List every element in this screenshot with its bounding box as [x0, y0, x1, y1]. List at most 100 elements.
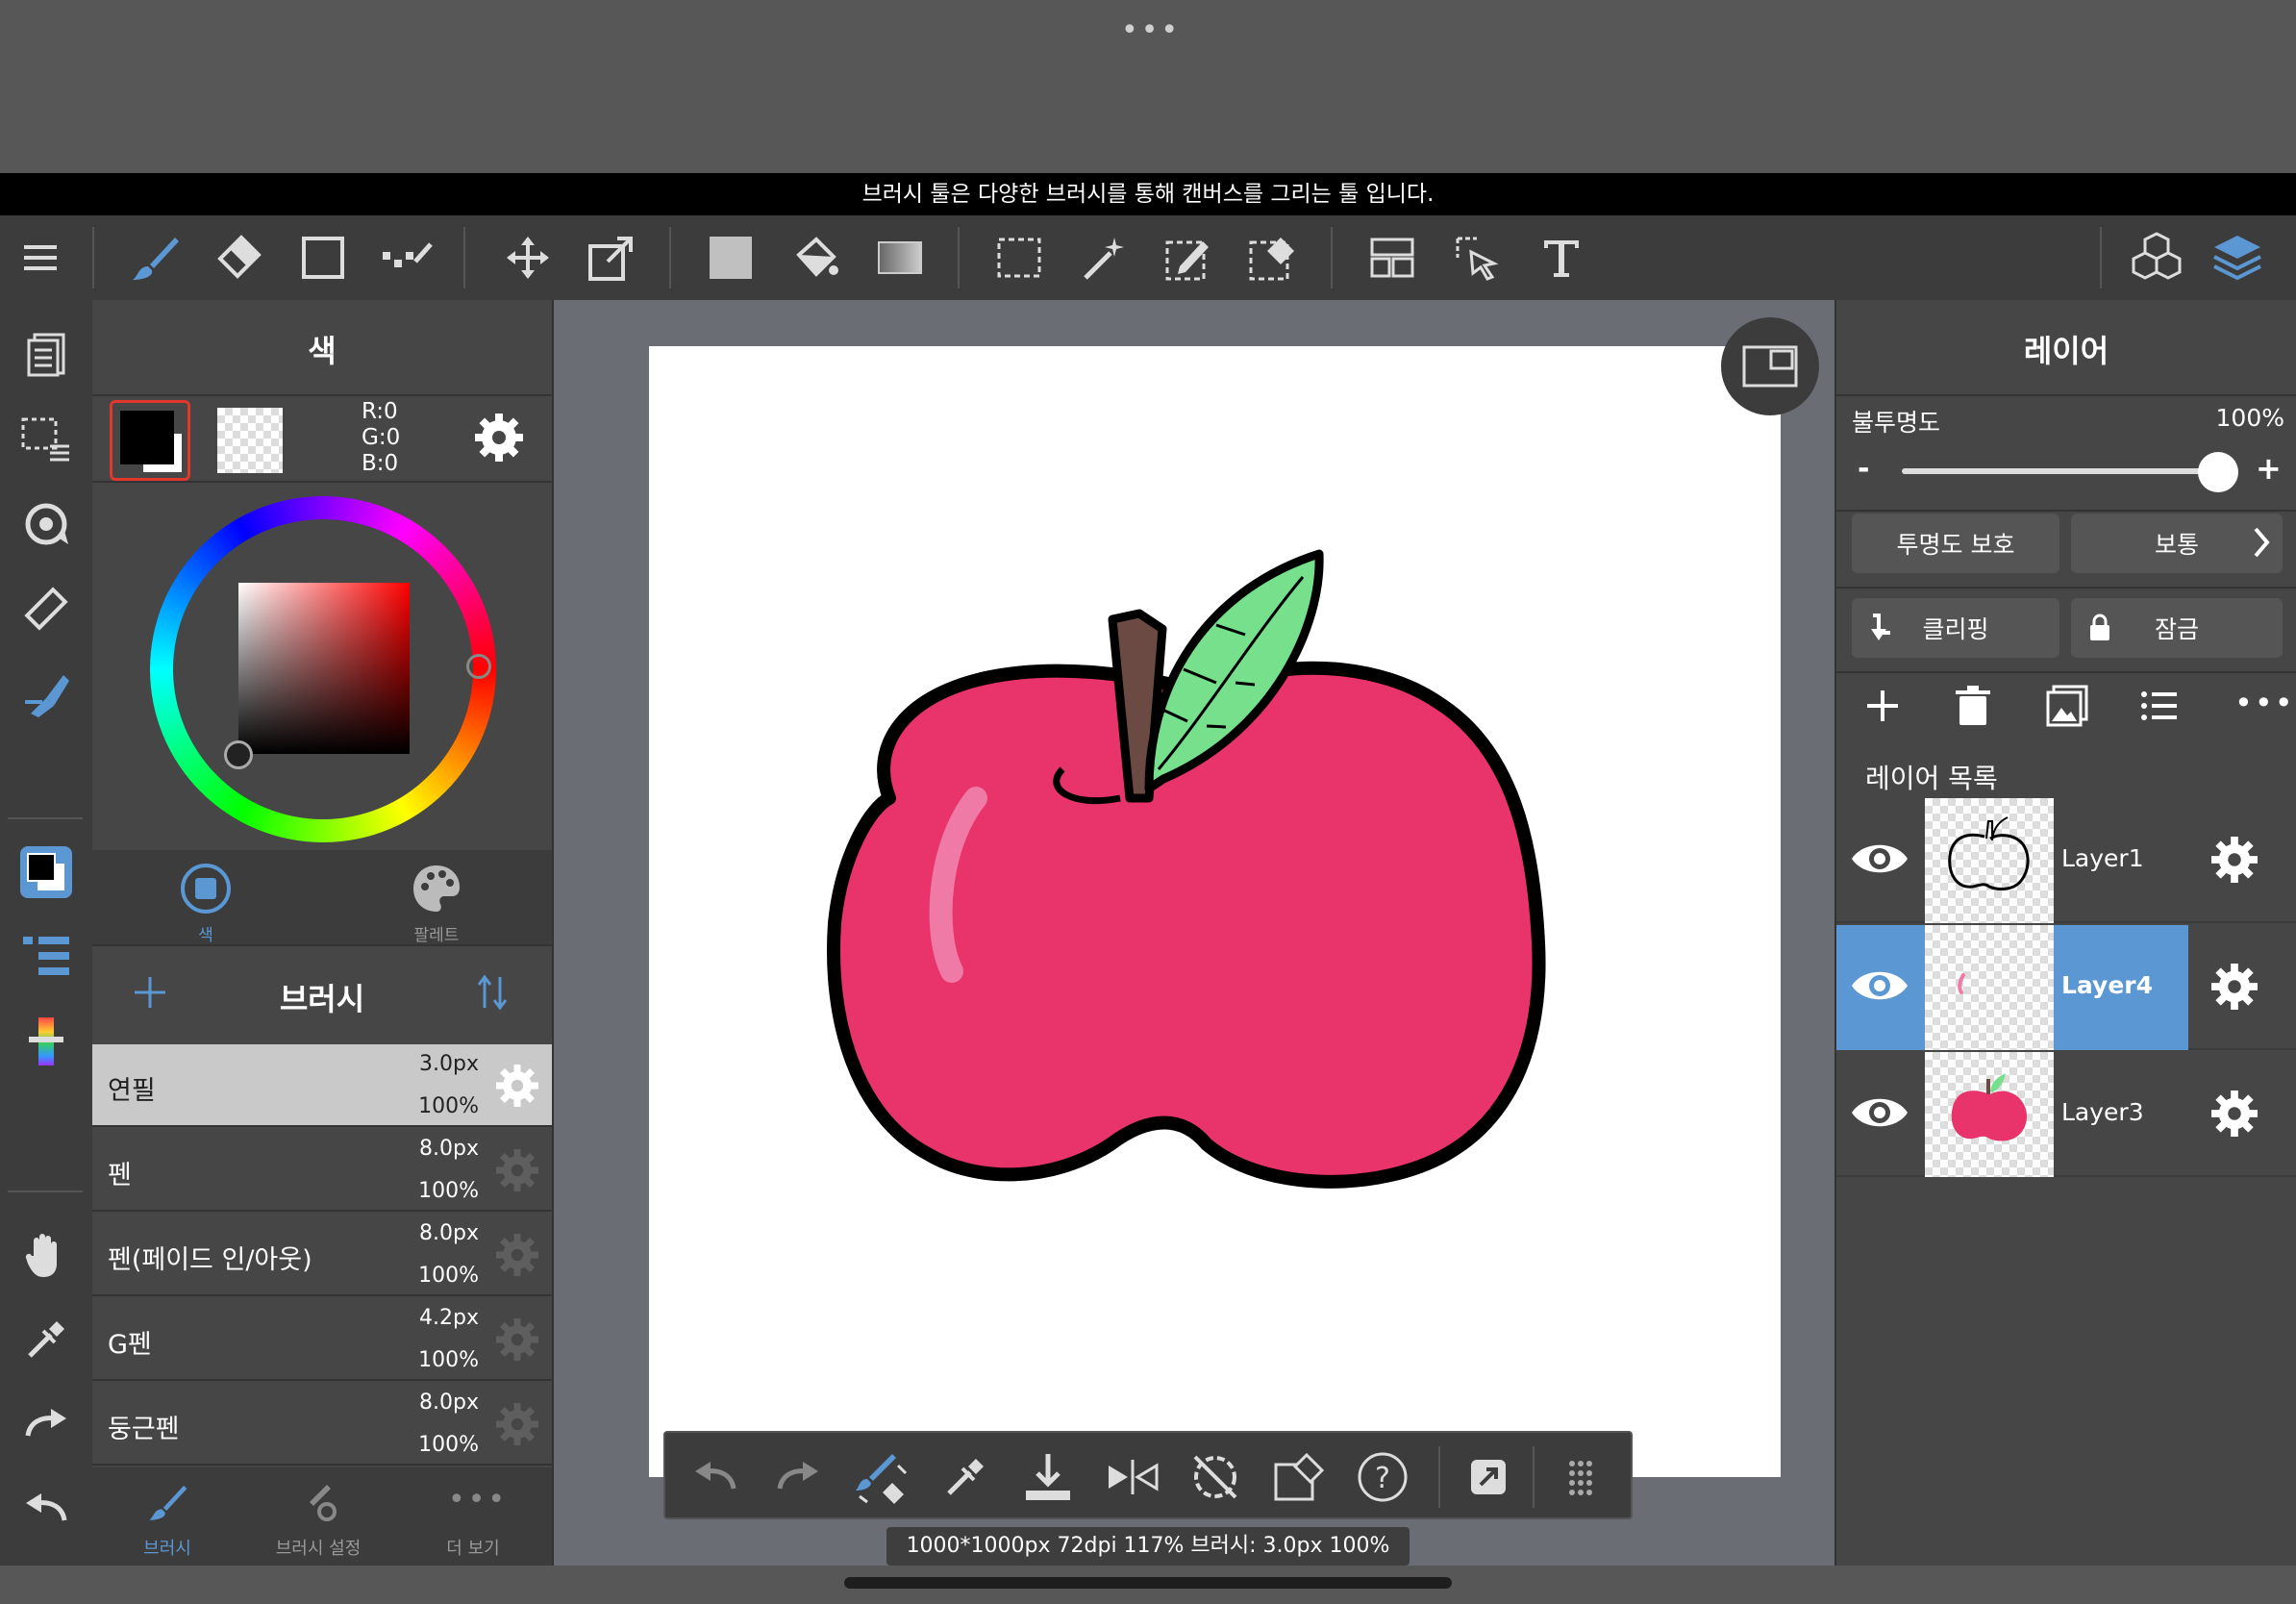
- transform-icon[interactable]: [578, 224, 645, 291]
- undo-icon[interactable]: [683, 1444, 748, 1510]
- fill-color-icon[interactable]: [697, 224, 764, 291]
- color-bar-icon[interactable]: [10, 1008, 83, 1075]
- tab-color[interactable]: 색: [179, 921, 233, 945]
- brush-icon[interactable]: [121, 224, 188, 291]
- brush-settings-gear-icon[interactable]: [496, 1065, 538, 1107]
- undo-icon[interactable]: [10, 1475, 83, 1542]
- layer-list-icon[interactable]: [10, 923, 83, 990]
- tab-palette[interactable]: 팔레트: [390, 921, 483, 945]
- clipping-button[interactable]: 클리핑: [1852, 598, 2059, 658]
- layer-settings-gear-icon[interactable]: [2211, 1090, 2258, 1137]
- layer-image-icon[interactable]: [2046, 685, 2088, 727]
- brush-item[interactable]: 펜(페이드 인/아웃) 8.0px 100%: [92, 1214, 552, 1296]
- more-options-icon[interactable]: •••: [2234, 685, 2295, 721]
- layer-settings-gear-icon[interactable]: [2211, 837, 2258, 883]
- visibility-eye-icon[interactable]: [1850, 837, 1909, 881]
- flip-icon[interactable]: [1100, 1444, 1165, 1510]
- layer-list-icon[interactable]: [2138, 685, 2181, 727]
- text-icon[interactable]: [1528, 224, 1595, 291]
- rotate-reset-icon[interactable]: [1183, 1444, 1248, 1510]
- color-settings-gear-icon[interactable]: [475, 414, 523, 462]
- more-tab-icon[interactable]: •••: [448, 1483, 508, 1516]
- brush-settings-gear-icon[interactable]: [496, 1149, 538, 1191]
- delete-layer-icon[interactable]: [1954, 685, 1992, 727]
- move-icon[interactable]: [494, 224, 562, 291]
- materials-icon[interactable]: [2123, 224, 2190, 291]
- share-icon[interactable]: [1456, 1444, 1521, 1510]
- saturation-value-square[interactable]: [238, 583, 410, 754]
- brush-item[interactable]: 펜 8.0px 100%: [92, 1129, 552, 1212]
- add-layer-icon[interactable]: [1861, 685, 1904, 727]
- select-pen-icon[interactable]: [1155, 224, 1222, 291]
- home-indicator[interactable]: [844, 1577, 1452, 1589]
- chevron-right-icon: [2252, 525, 2271, 560]
- blend-mode-button[interactable]: 보통: [2071, 514, 2283, 573]
- navigator-icon[interactable]: [1721, 317, 1819, 415]
- sort-brush-icon[interactable]: [475, 973, 510, 1012]
- brush-item[interactable]: 연필 3.0px 100%: [92, 1044, 552, 1127]
- grip-icon[interactable]: [1548, 1444, 1613, 1510]
- shape-icon[interactable]: [289, 224, 357, 291]
- color-picker-handle[interactable]: [224, 740, 253, 769]
- eyedropper-icon[interactable]: [933, 1444, 998, 1510]
- secondary-color-swatch[interactable]: [217, 408, 283, 473]
- drawing-canvas[interactable]: [649, 346, 1781, 1477]
- visibility-eye-icon[interactable]: [1850, 964, 1909, 1008]
- layer-settings-gear-icon[interactable]: [2211, 964, 2258, 1010]
- brush-settings-gear-icon[interactable]: [496, 1403, 538, 1445]
- save-download-icon[interactable]: [1015, 1444, 1081, 1510]
- ruler-icon[interactable]: [10, 575, 83, 642]
- opacity-minus-button[interactable]: -: [1858, 452, 1869, 486]
- protect-alpha-button[interactable]: 투명도 보호: [1852, 514, 2059, 573]
- help-icon[interactable]: ?: [1350, 1444, 1415, 1510]
- brush-tab-icon[interactable]: [146, 1481, 188, 1523]
- layer-row[interactable]: Layer3: [1836, 1052, 2296, 1177]
- layout-icon[interactable]: [1359, 224, 1426, 291]
- brush-item[interactable]: G펜 4.2px 100%: [92, 1298, 552, 1381]
- document-icon[interactable]: [10, 321, 83, 388]
- brush-settings-tab-icon[interactable]: [298, 1481, 340, 1523]
- brush-settings-gear-icon[interactable]: [496, 1318, 538, 1361]
- select-object-icon[interactable]: [1443, 224, 1510, 291]
- primary-color-swatch[interactable]: [110, 400, 190, 481]
- bucket-icon[interactable]: [782, 224, 849, 291]
- snap-icon[interactable]: [10, 660, 83, 727]
- layers-icon[interactable]: [2204, 224, 2271, 291]
- lock-icon: [2088, 614, 2111, 642]
- brush-eraser-toggle-icon[interactable]: [848, 1444, 913, 1510]
- hue-handle[interactable]: [466, 654, 491, 679]
- eyedropper-icon[interactable]: [10, 1306, 83, 1373]
- layer-row-selected[interactable]: Layer4: [1836, 925, 2296, 1050]
- redo-icon[interactable]: [10, 1391, 83, 1458]
- dot-brush-icon[interactable]: [374, 224, 441, 291]
- color-panel-title: 색: [308, 333, 337, 369]
- select-rect-icon[interactable]: [986, 224, 1053, 291]
- rotate-icon[interactable]: [10, 490, 83, 558]
- visibility-eye-icon[interactable]: [1850, 1090, 1909, 1135]
- more-dots-icon[interactable]: •••: [1121, 13, 1181, 47]
- clear-layer-icon[interactable]: [1267, 1444, 1333, 1510]
- gradient-icon[interactable]: [866, 224, 934, 291]
- menu-icon[interactable]: [8, 224, 75, 291]
- eraser-icon[interactable]: [205, 224, 272, 291]
- magic-wand-icon[interactable]: [1070, 224, 1137, 291]
- redo-icon[interactable]: [765, 1444, 831, 1510]
- opacity-slider-thumb[interactable]: [2198, 452, 2238, 492]
- lock-button[interactable]: 잠금: [2071, 598, 2283, 658]
- brush-item[interactable]: 둥근펜 8.0px 100%: [92, 1383, 552, 1466]
- tab-brush[interactable]: 브러시: [119, 1535, 215, 1560]
- hand-icon[interactable]: [10, 1221, 83, 1289]
- apple-drawing: [827, 549, 1546, 1189]
- tab-brush-settings[interactable]: 브러시 설정: [256, 1535, 381, 1560]
- select-eraser-icon[interactable]: [1239, 224, 1307, 291]
- color-tab-icon[interactable]: [179, 862, 233, 915]
- palette-icon[interactable]: [410, 862, 463, 915]
- selection-icon[interactable]: [10, 406, 83, 473]
- opacity-plus-button[interactable]: +: [2256, 450, 2282, 487]
- opacity-slider-track[interactable]: [1902, 468, 2219, 474]
- brush-settings-gear-icon[interactable]: [496, 1234, 538, 1276]
- color-swatch-icon[interactable]: [10, 839, 83, 906]
- layer-thumbnail: [1925, 925, 2054, 1050]
- layer-row[interactable]: Layer1: [1836, 798, 2296, 923]
- tab-more[interactable]: 더 보기: [425, 1535, 521, 1560]
